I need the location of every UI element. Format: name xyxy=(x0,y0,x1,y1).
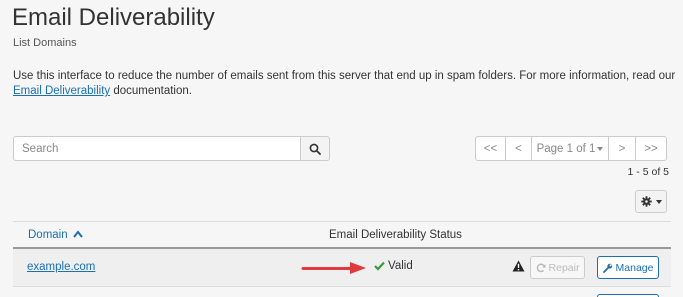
refresh-icon xyxy=(536,263,546,272)
status-badge: Valid xyxy=(374,260,413,272)
prev-page-button[interactable]: < xyxy=(505,136,532,161)
last-page-button[interactable]: >> xyxy=(635,136,667,161)
search-input[interactable] xyxy=(13,136,300,161)
page-select[interactable]: Page 1 of 1 xyxy=(531,136,609,161)
manage-label: Manage xyxy=(615,261,654,274)
page-description: Use this interface to reduce the number … xyxy=(13,69,678,99)
check-icon xyxy=(374,261,385,271)
description-text: Use this interface to reduce the number … xyxy=(13,70,676,82)
domain-column-header[interactable]: Domain xyxy=(28,229,83,241)
search-bar xyxy=(13,136,330,161)
manage-button[interactable]: Manage xyxy=(597,256,659,279)
repair-button[interactable]: Repair xyxy=(530,256,585,279)
settings-button[interactable] xyxy=(635,190,667,213)
sort-ascending-icon xyxy=(73,230,83,238)
chevron-down-icon xyxy=(655,199,662,204)
search-icon xyxy=(309,143,321,155)
pagination: << < Page 1 of 1 > >> xyxy=(475,136,667,161)
email-deliverability-doc-link[interactable]: Email Deliverability xyxy=(13,85,110,97)
status-column-header: Email Deliverability Status xyxy=(329,229,462,241)
first-page-button[interactable]: << xyxy=(475,136,506,161)
annotation-arrow xyxy=(301,262,366,274)
search-button[interactable] xyxy=(300,136,330,161)
repair-label: Repair xyxy=(548,261,580,274)
wrench-icon xyxy=(602,263,612,273)
results-range: 1 - 5 of 5 xyxy=(627,166,669,178)
page-subtitle: List Domains xyxy=(13,37,77,49)
chevron-down-icon xyxy=(597,146,604,151)
domain-column-label: Domain xyxy=(28,229,68,241)
page-select-label: Page 1 of 1 xyxy=(536,142,596,155)
status-text: Valid xyxy=(388,260,413,272)
warning-icon xyxy=(512,260,525,272)
table-header: Domain Email Deliverability Status xyxy=(13,221,671,249)
domain-link[interactable]: example.com xyxy=(27,261,95,273)
next-page-button[interactable]: > xyxy=(608,136,636,161)
page-title: Email Deliverability xyxy=(12,4,215,31)
description-text-end: documentation. xyxy=(110,85,192,97)
gear-icon xyxy=(640,196,652,207)
